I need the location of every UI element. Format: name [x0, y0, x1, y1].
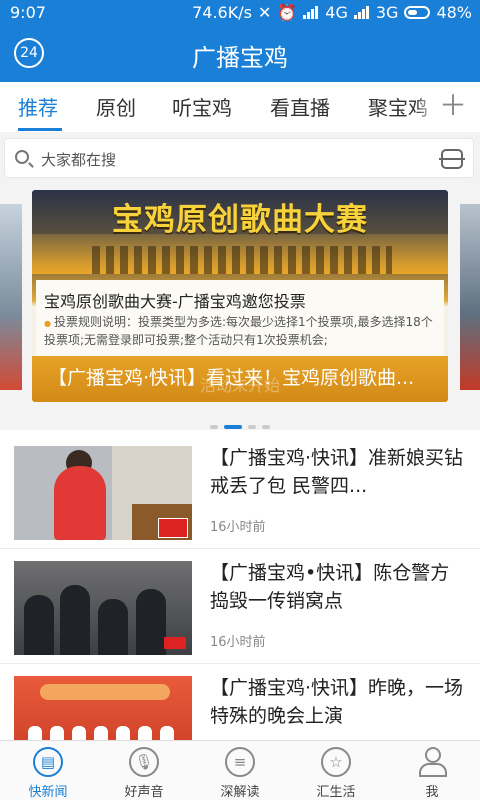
- banner-ghost-text: 活动未开始: [199, 376, 280, 395]
- alarm-icon: ⏰: [277, 3, 298, 22]
- star-icon: ☆: [321, 747, 351, 777]
- banner-poster-title: 宝鸡原创歌曲大赛-广播宝鸡邀您投票: [44, 292, 306, 311]
- battery-percent: 48%: [436, 3, 472, 22]
- add-channel-icon[interactable]: ＋: [436, 90, 470, 124]
- tab-live[interactable]: 看直播: [270, 92, 330, 121]
- banner-poster: 宝鸡原创歌曲大赛-广播宝鸡邀您投票 投票规则说明：投票类型为多选:每次最少选择1…: [36, 280, 444, 360]
- search-row: 大家都在搜: [0, 132, 480, 184]
- carousel-dot[interactable]: [262, 425, 270, 429]
- banner-prev-slide[interactable]: [0, 204, 22, 390]
- tab-listen[interactable]: 听宝鸡: [172, 92, 232, 121]
- news-title: 【广播宝鸡·快讯】准新娘买钻戒丢了包 民警四...: [210, 447, 464, 497]
- news-time: 16小时前: [210, 520, 266, 535]
- banner-next-slide[interactable]: [460, 204, 480, 390]
- nav-label: 汇生活: [316, 785, 356, 800]
- channel-tabs: 推荐 原创 听宝鸡 看直播 聚宝鸡 ＋: [0, 82, 480, 132]
- search-placeholder: 大家都在搜: [41, 151, 117, 169]
- news-item[interactable]: 【广播宝鸡•快讯】陈仓警方捣毁一传销窝点 16小时前: [0, 549, 480, 664]
- news-title: 【广播宝鸡•快讯】陈仓警方捣毁一传销窝点: [210, 562, 450, 612]
- carousel-dots: [0, 414, 480, 433]
- scan-icon[interactable]: [439, 149, 465, 169]
- nav-good-voice[interactable]: 🎙 好声音: [96, 741, 192, 800]
- news-icon: ▤: [33, 747, 63, 777]
- nav-label: 深解读: [220, 785, 260, 800]
- banner-poster-text: 投票规则说明：投票类型为多选:每次最少选择1个投票项,最多选择18个投票项;无需…: [44, 314, 436, 348]
- microphone-icon: 🎙: [129, 747, 159, 777]
- page-title: 广播宝鸡: [192, 44, 288, 72]
- network-4g-label: 4G: [325, 3, 348, 22]
- carousel-dot[interactable]: [248, 425, 256, 429]
- user-icon: [417, 747, 447, 777]
- banner-city-image: [32, 234, 448, 274]
- mute-icon: ✕: [257, 3, 272, 22]
- nav-life[interactable]: ☆ 汇生活: [288, 741, 384, 800]
- banner-carousel[interactable]: 宝鸡原创歌曲大赛 宝鸡原创歌曲大赛-广播宝鸡邀您投票 投票规则说明：投票类型为多…: [0, 184, 480, 430]
- nav-quick-news[interactable]: ▤ 快新闻: [0, 741, 96, 800]
- tab-original[interactable]: 原创: [96, 92, 136, 121]
- status-bar: 9:07 74.6K/s ✕ ⏰ 4G 3G 48%: [0, 0, 480, 26]
- nav-label: 快新闻: [28, 785, 68, 800]
- news-item[interactable]: 【广播宝鸡·快讯】准新娘买钻戒丢了包 民警四... 16小时前: [0, 434, 480, 549]
- news-thumbnail: [14, 561, 192, 655]
- menu-lines-icon: ≡: [225, 747, 255, 777]
- status-icons: 74.6K/s ✕ ⏰ 4G 3G 48%: [192, 3, 472, 22]
- banner-headline: 宝鸡原创歌曲大赛: [112, 202, 368, 238]
- nav-me[interactable]: 我: [384, 741, 480, 800]
- tabs-fade: [416, 82, 436, 132]
- tab-indicator: [18, 128, 62, 131]
- carousel-dot[interactable]: [210, 425, 218, 429]
- search-icon: [15, 150, 29, 164]
- nav-deep-read[interactable]: ≡ 深解读: [192, 741, 288, 800]
- search-input[interactable]: 大家都在搜: [4, 138, 474, 178]
- carousel-dot-active[interactable]: [224, 425, 242, 429]
- signal-icon-2: [353, 6, 370, 19]
- app-header: 24 广播宝鸡: [0, 26, 480, 82]
- nav-label: 好声音: [124, 785, 164, 800]
- news-time: 16小时前: [210, 635, 266, 650]
- banner-slide[interactable]: 宝鸡原创歌曲大赛 宝鸡原创歌曲大赛-广播宝鸡邀您投票 投票规则说明：投票类型为多…: [32, 190, 448, 402]
- signal-icon: [303, 6, 319, 19]
- news-title: 【广播宝鸡·快讯】昨晚，一场特殊的晚会上演: [210, 677, 464, 727]
- status-time: 9:07: [10, 3, 46, 22]
- news-thumbnail: [14, 446, 192, 540]
- tab-recommend[interactable]: 推荐: [18, 92, 58, 121]
- battery-icon: [404, 6, 431, 19]
- network-speed: 74.6K/s: [192, 3, 252, 22]
- bottom-nav: ▤ 快新闻 🎙 好声音 ≡ 深解读 ☆ 汇生活 我: [0, 740, 480, 800]
- network-3g-label: 3G: [375, 3, 399, 22]
- nav-label: 我: [425, 785, 439, 800]
